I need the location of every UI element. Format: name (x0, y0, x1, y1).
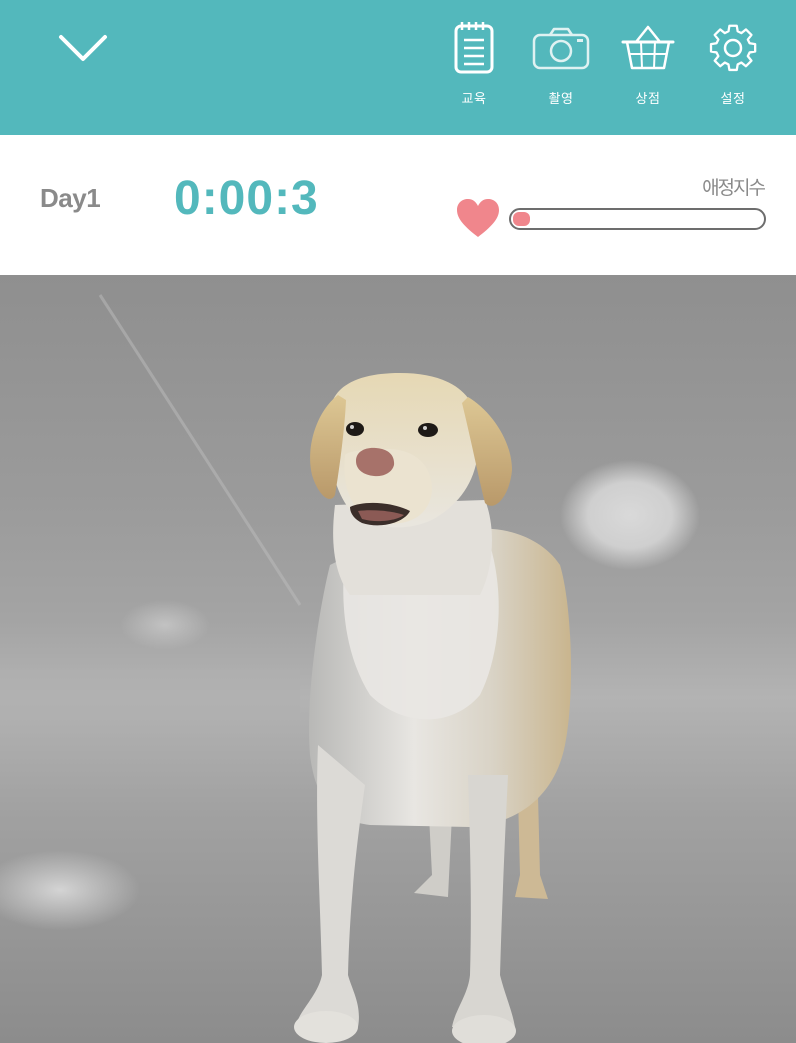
notepad-icon (454, 22, 494, 74)
basket-icon (621, 25, 675, 70)
elapsed-timer: 0:00:3 (174, 172, 319, 225)
settings-label: 설정 (720, 92, 746, 107)
camera-button[interactable]: 촬영 (526, 20, 596, 116)
heart-icon (457, 199, 499, 237)
affection-progress-fill (513, 212, 530, 226)
education-label: 교육 (461, 92, 487, 107)
affection-progress-bar (509, 208, 766, 230)
shop-label: 상점 (635, 92, 661, 107)
gear-icon (709, 24, 757, 72)
ar-camera-view[interactable] (0, 275, 796, 1043)
camera-label: 촬영 (548, 92, 574, 107)
settings-button[interactable]: 설정 (698, 20, 768, 116)
status-panel: Day1 0:00:3 애정지수 (0, 135, 796, 275)
collapse-button[interactable] (52, 22, 114, 74)
top-toolbar: 교육 촬영 상점 설정 (0, 0, 796, 135)
shop-button[interactable]: 상점 (613, 20, 683, 116)
affection-label: 애정지수 (702, 177, 766, 199)
day-counter: Day1 (40, 183, 101, 213)
camera-icon (532, 27, 590, 70)
chevron-down-icon (59, 35, 107, 61)
dog-3d-model[interactable] (0, 275, 796, 1043)
education-button[interactable]: 교육 (439, 20, 509, 116)
